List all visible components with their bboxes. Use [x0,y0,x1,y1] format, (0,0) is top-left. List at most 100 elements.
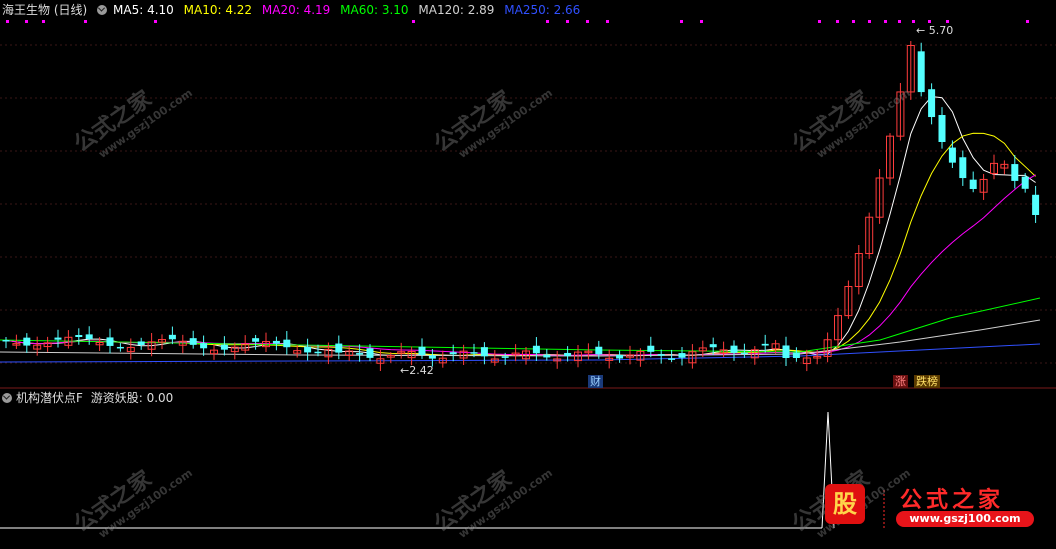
stock-title: 海王生物 (日线) [2,3,88,17]
candle-body-down [740,352,748,355]
candle-body-down [1032,194,1040,215]
ma5-label: MA5: 4.10 [113,3,174,17]
candle-body-down [938,115,946,142]
signal-dots [6,20,1029,23]
signal-dot [6,20,9,23]
kline-chart[interactable] [0,0,1056,533]
candle-body-down [314,351,322,354]
candle-body-down [449,352,457,355]
candle-body-down [792,352,800,358]
diebang-tag[interactable]: 跌榜 [914,375,940,388]
candle-body-down [709,344,717,348]
candle-body-down [220,344,228,350]
sub-indicator-plot [0,411,885,529]
candle-body-down [137,341,145,346]
ma60-label: MA60: 3.10 [340,3,409,17]
candle-body-down [761,343,769,346]
signal-dot [818,20,821,23]
candle-body-down [595,346,603,355]
moving-average-lines [0,96,1041,363]
candle-body-down [54,337,62,340]
candle-body-down [543,354,551,358]
ma10-label: MA10: 4.22 [183,3,253,17]
candle-body-down [23,337,31,346]
candle-body-down [1021,176,1029,189]
signal-dot [852,20,855,23]
candle-body-down [647,345,655,352]
candle-body-down [356,353,364,355]
candle-body-down [657,354,665,356]
logo-url: www.gszj100.com [896,511,1034,527]
signal-dot [25,20,28,23]
candle-body-down [480,347,488,357]
finance-tag[interactable]: 财 [588,375,603,388]
candle-body-down [272,340,280,344]
signal-dot [836,20,839,23]
signal-dot [42,20,45,23]
signal-dot [884,20,887,23]
candle-body-down [418,346,426,356]
candle-body-down [189,338,197,345]
candle-body-down [252,338,260,342]
candle-body-down [428,355,436,359]
candle-body-down [1011,164,1019,181]
candle-body-down [917,51,925,93]
candle-body-down [200,343,208,349]
candle-body-down [85,334,93,340]
candle-body-down [501,356,509,358]
signal-dot [84,20,87,23]
signal-dot [912,20,915,23]
ma120-label: MA120: 2.89 [418,3,495,17]
grid [0,44,1056,364]
signal-dot [546,20,549,23]
signal-dot [586,20,589,23]
ma250-label: MA250: 2.66 [504,3,581,17]
candle-body-down [75,335,83,337]
chart-header: 海王生物 (日线) MA5: 4.10 MA10: 4.22 MA20: 4.1… [2,2,586,18]
signal-dot [700,20,703,23]
dropdown-icon[interactable] [97,5,108,15]
candle-body-down [616,354,624,359]
logo-text: 公式之家 [900,487,1005,513]
candle-body-down [532,345,540,354]
signal-dot [928,20,931,23]
signal-dot [868,20,871,23]
indicator-value: 游资妖股: 0.00 [90,391,174,405]
sub-header: 机构潜伏点F 游资妖股: 0.00 [2,390,173,406]
candle-body-down [283,339,291,348]
dropdown-icon[interactable] [2,393,12,403]
indicator-name: 机构潜伏点F [16,391,83,405]
candle-body-down [168,334,176,340]
signal-dot [898,20,901,23]
signal-dot [946,20,949,23]
ma20-label: MA20: 4.19 [261,3,331,17]
arrow-left-icon: ← [400,364,410,377]
ma5-line [5,96,1036,357]
candle-body-down [678,353,686,358]
logo-badge: 股 [825,484,865,524]
zhang-tag[interactable]: 涨 [893,375,908,388]
signal-dot [412,20,415,23]
signal-dot [1026,20,1029,23]
candle-body-down [116,346,124,349]
candle-body-down [106,337,114,346]
candle-body-down [782,345,790,358]
arrow-left-icon: ← [916,24,926,37]
candle-body-down [969,179,977,189]
candle-body-down [730,345,738,353]
signal-dot [606,20,609,23]
candle-body-down [2,340,10,342]
candle-body-down [304,346,312,353]
candle-body-down [928,89,936,118]
candle-body-down [948,147,956,163]
low-price-label: ←2.42 [400,364,434,377]
candle-body-down [335,343,343,353]
ma120-line [0,319,1041,357]
candle-body-down [564,352,572,357]
ma20-line [5,174,1036,356]
ma250-line [0,343,1041,363]
candle-body-down [366,348,374,358]
candle-body-down [959,157,967,179]
signal-dot [566,20,569,23]
signal-dot [154,20,157,23]
